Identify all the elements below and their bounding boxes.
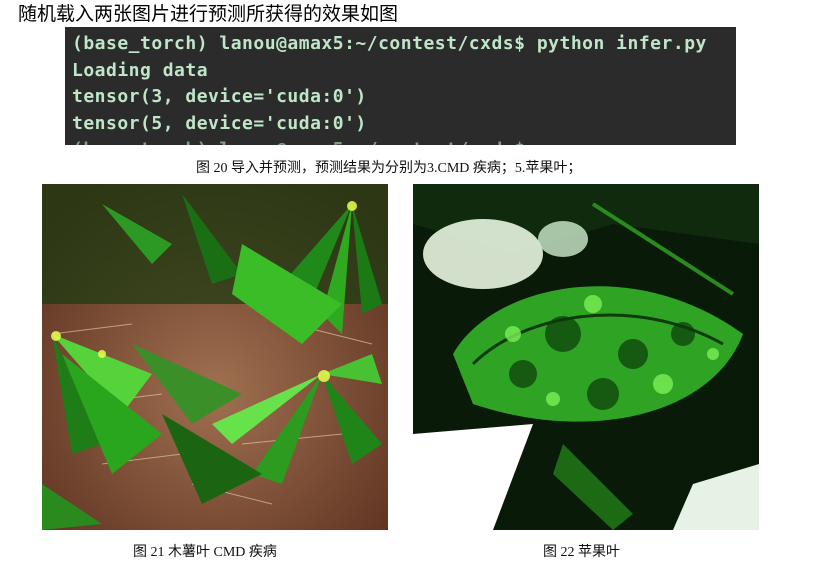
terminal-line-cutoff: (base_torch) lanou@amax5:~/contest/cxds$	[72, 139, 525, 145]
terminal-line-result-2: tensor(5, device='cuda:0')	[72, 113, 367, 134]
figure-21-caption: 图 21 木薯叶 CMD 疾病	[133, 545, 277, 560]
figure-22-caption: 图 22 苹果叶	[543, 545, 620, 560]
apple-leaf-photo	[413, 184, 759, 530]
figure-20-caption: 图 20 导入并预测，预测结果为分别为3.CMD 疾病；5.苹果叶；	[196, 161, 582, 176]
terminal-line-result-1: tensor(3, device='cuda:0')	[72, 86, 367, 107]
terminal-line-loading: Loading data	[72, 60, 209, 81]
terminal-line-command: (base_torch) lanou@amax5:~/contest/cxds$…	[72, 33, 707, 54]
terminal-screenshot: (base_torch) lanou@amax5:~/contest/cxds$…	[65, 27, 736, 145]
section-heading: 随机载入两张图片进行预测所获得的效果如图	[18, 3, 399, 25]
cassava-leaves-photo	[42, 184, 388, 530]
